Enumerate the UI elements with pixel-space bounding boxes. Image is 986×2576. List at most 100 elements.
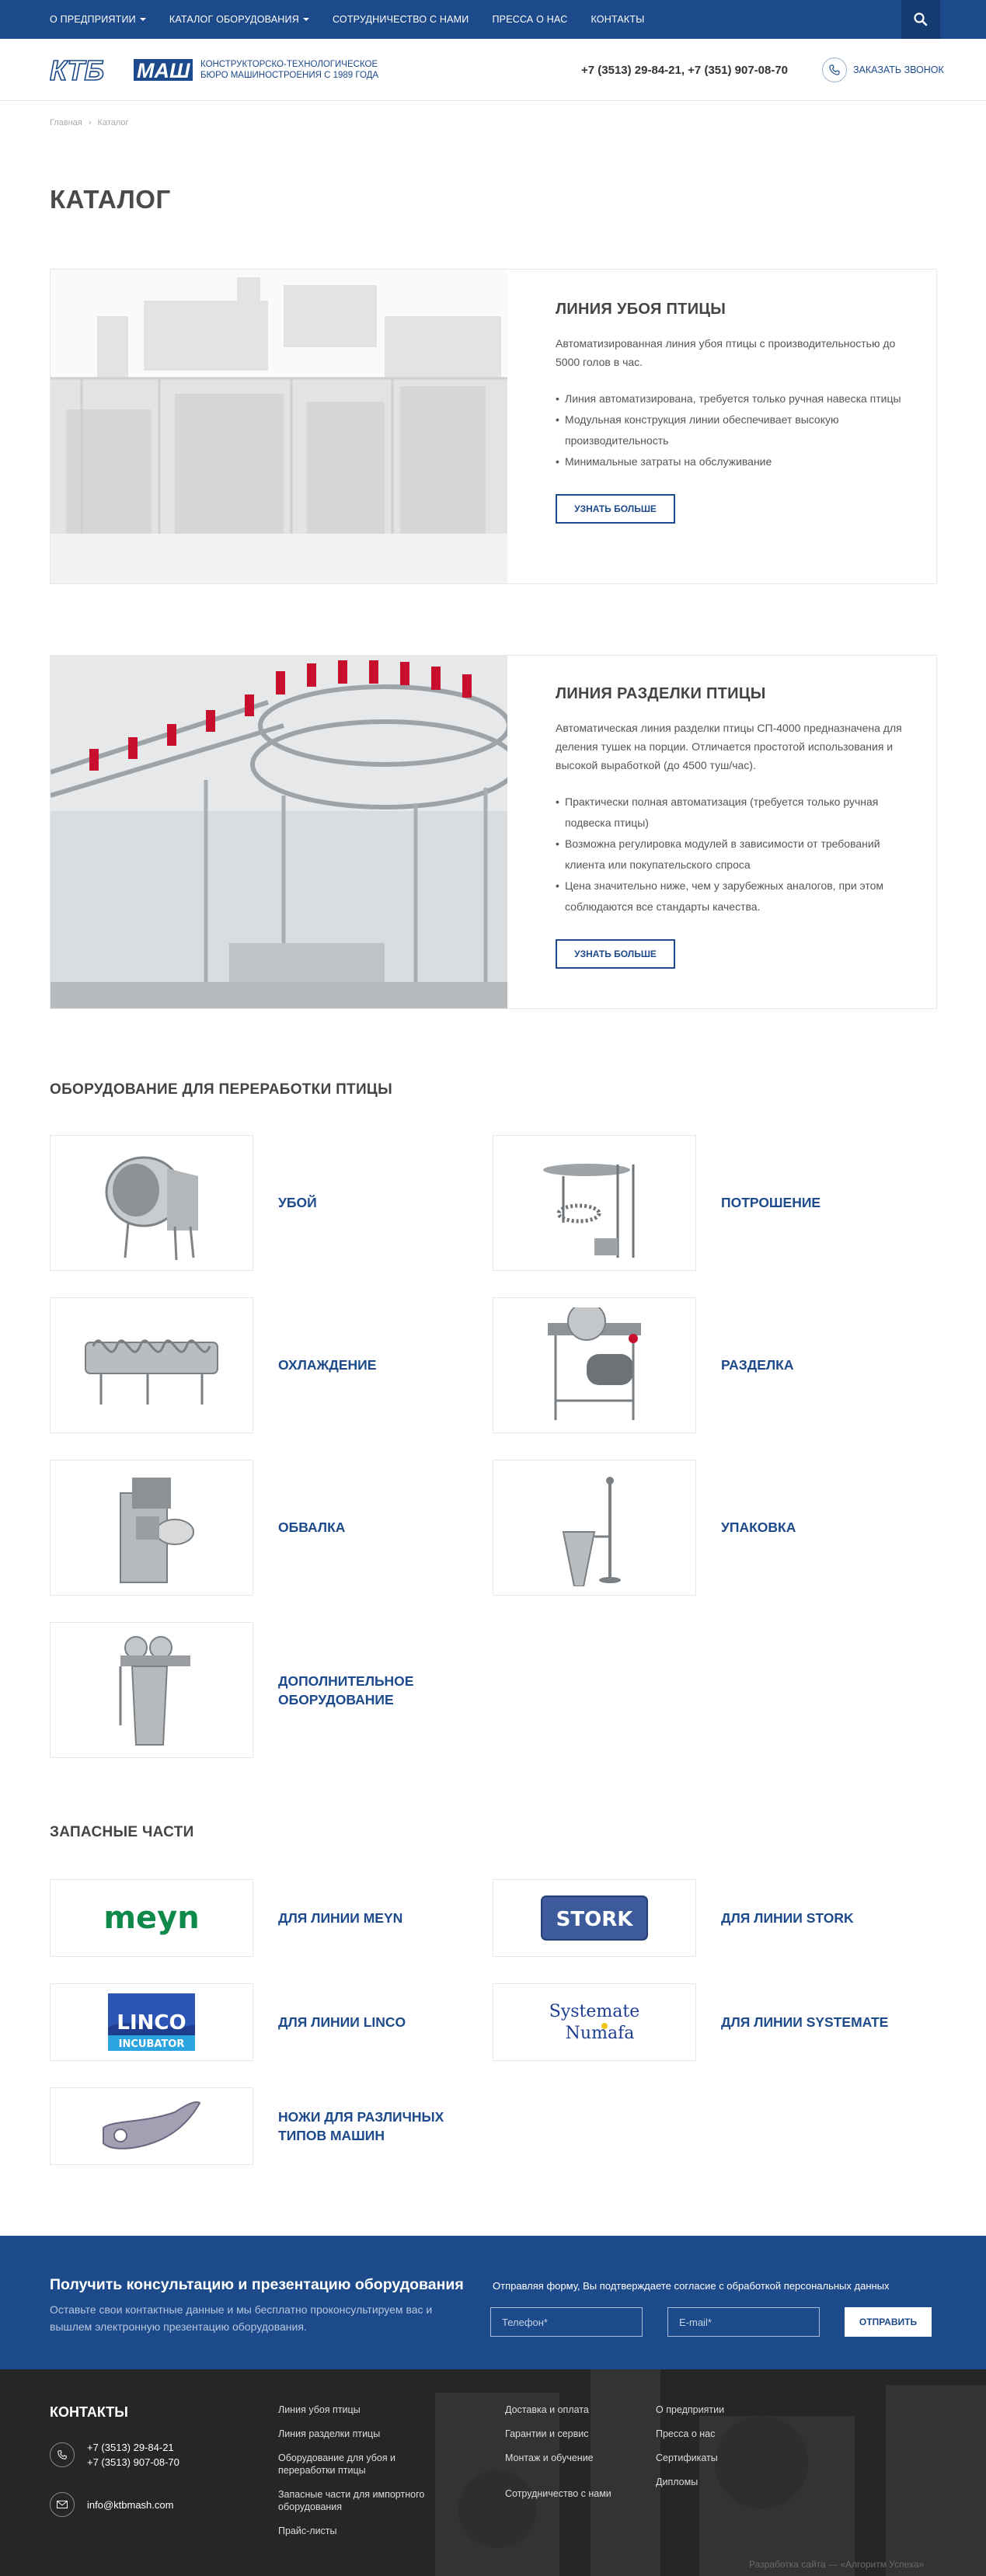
footer-link[interactable]: О предприятии [656,2404,811,2416]
privacy-consent-text: Отправляя форму, Вы подтверждаете соглас… [493,2280,890,2292]
equipment-label[interactable]: УБОЙ [278,1193,317,1212]
equipment-label[interactable]: ДОПОЛНИТЕЛЬНОЕ ОБОРУДОВАНИЕ [278,1672,449,1709]
equipment-label[interactable]: ОХЛАЖДЕНИЕ [278,1356,376,1374]
svg-text:Systemate: Systemate [549,2002,640,2021]
line-features: Линия автоматизирована, требуется только… [556,388,913,472]
footer-link[interactable]: Запасные части для импортного оборудован… [278,2488,434,2513]
equipment-tile-cutting[interactable] [493,1297,696,1433]
systemate-logo-icon: Systemate Numafa [549,2002,640,2043]
equipment-section-title: ОБОРУДОВАНИЕ ДЛЯ ПЕРЕРАБОТКИ ПТИЦЫ [50,1081,393,1098]
menu-contacts[interactable]: КОНТАКТЫ [591,14,644,25]
equipment-tile-packing[interactable] [493,1460,696,1596]
logo-line-2: БЮРО МАШИНОСТРОЕНИЯ С 1989 ГОДА [200,71,379,80]
spare-parts-section-title: ЗАПАСНЫЕ ЧАСТИ [50,1824,194,1840]
footer-link[interactable]: Пресса о нас [656,2428,811,2440]
line-title: ЛИНИЯ РАЗДЕЛКИ ПТИЦЫ [556,685,766,702]
menu-press[interactable]: ПРЕССА О НАС [492,14,567,25]
breadcrumb-separator: › [88,118,92,127]
footer-link[interactable]: Линия убоя птицы [278,2404,434,2416]
cooling-machine-icon [85,1338,218,1405]
spare-tile-systemate[interactable]: Systemate Numafa [493,1983,696,2061]
svg-text:LINCO: LINCO [117,2011,186,2035]
footer-link[interactable]: Монтаж и обучение [505,2452,660,2464]
spare-tile-linco[interactable]: LINCO INCUBATOR [50,1983,253,2061]
stork-logo-icon: STORK [541,1895,648,1941]
additional-equipment-icon [119,1635,190,1746]
menu-catalog[interactable]: КАТАЛОГ ОБОРУДОВАНИЯ [169,14,309,25]
footer-phone-2[interactable]: +7 (3513) 907-08-70 [87,2455,179,2470]
developer-credit[interactable]: Разработка сайта — «Алгоритм Успеха» [749,2559,924,2570]
footer-phones: +7 (3513) 29-84-21 +7 (3513) 907-08-70 [50,2440,179,2470]
spare-tile-meyn[interactable]: meyn [50,1879,253,1957]
footer-phone-1[interactable]: +7 (3513) 29-84-21 [87,2440,179,2455]
footer-link[interactable]: Гарантии и сервис [505,2428,660,2440]
footer-link[interactable]: Сотрудничество с нами [505,2487,660,2500]
footer-email[interactable]: info@ktbmash.com [87,2498,173,2512]
menu-label: КОНТАКТЫ [591,14,645,25]
header-phones[interactable]: +7 (3513) 29-84-21, +7 (351) 907-08-70 [581,64,788,77]
spare-tile-stork[interactable]: STORK [493,1879,696,1957]
equipment-label[interactable]: ОБВАЛКА [278,1518,345,1537]
spare-label[interactable]: НОЖИ ДЛЯ РАЗЛИЧНЫХ ТИПОВ МАШИН [278,2108,465,2145]
breadcrumb-current: Каталог [97,118,129,127]
menu-cooperation[interactable]: СОТРУДНИЧЕСТВО С НАМИ [333,14,469,25]
phone-input[interactable] [490,2307,643,2337]
slaughter-machine-icon [105,1156,198,1260]
callback-button[interactable]: ЗАКАЗАТЬ ЗВОНОК [822,57,944,82]
equipment-tile-additional[interactable] [50,1622,253,1758]
footer-column-services: Доставка и оплата Гарантии и сервис Монт… [505,2404,660,2500]
spare-label[interactable]: ДЛЯ ЛИНИИ SYSTEMATE [721,2013,888,2031]
line-description: Автоматизированная линия убоя птицы с пр… [556,337,896,368]
svg-text:Numafa: Numafa [566,2024,635,2043]
footer-contacts-title: КОНТАКТЫ [50,2404,128,2420]
packing-machine-icon [562,1476,621,1586]
learn-more-button[interactable]: УЗНАТЬ БОЛЬШЕ [556,494,675,524]
footer-link[interactable]: Дипломы [656,2476,811,2488]
phone-icon [50,2442,75,2467]
learn-more-button[interactable]: УЗНАТЬ БОЛЬШЕ [556,939,675,969]
menu-label: ПРЕССА О НАС [492,14,568,25]
spare-tile-knives[interactable] [50,2087,253,2165]
footer-background-image [0,2369,986,2576]
footer-link[interactable]: Линия разделки птицы [278,2428,434,2440]
send-button[interactable]: ОТПРАВИТЬ [845,2307,932,2337]
equipment-label[interactable]: УПАКОВКА [721,1518,796,1537]
logo-tagline: КОНСТРУКТОРСКО-ТЕХНОЛОГИЧЕСКОЕ БЮРО МАШИ… [200,59,378,81]
equipment-tile-cooling[interactable] [50,1297,253,1433]
footer-link[interactable]: Сертификаты [656,2452,811,2464]
site-logo[interactable]: КТБ МАШ КОНСТРУКТОРСКО-ТЕХНОЛОГИЧЕСКОЕ Б… [50,54,378,85]
email-input[interactable] [667,2307,820,2337]
breadcrumb: Главная › Каталог [50,118,129,127]
equipment-tile-slaughter[interactable] [50,1135,253,1271]
footer-link[interactable]: Оборудование для убоя и переработки птиц… [278,2452,434,2477]
site-footer: КОНТАКТЫ +7 (3513) 29-84-21 +7 (3513) 90… [0,2369,986,2576]
cta-title: Получить консультацию и презентацию обор… [50,2276,464,2293]
spare-label[interactable]: ДЛЯ ЛИНИИ STORK [721,1909,854,1927]
cutting-line-image [51,656,507,1008]
line-card-body: ЛИНИЯ УБОЯ ПТИЦЫ Автоматизированная лини… [556,301,913,524]
equipment-label[interactable]: ПОТРОШЕНИЕ [721,1193,821,1212]
top-navbar: О ПРЕДПРИЯТИИ КАТАЛОГ ОБОРУДОВАНИЯ СОТРУ… [0,0,986,39]
knife-blade-icon [103,2101,201,2150]
search-icon [914,12,928,26]
menu-about[interactable]: О ПРЕДПРИЯТИИ [50,14,146,25]
consultation-form-section: Получить консультацию и презентацию обор… [0,2236,986,2369]
footer-link[interactable]: Прайс-листы [278,2525,434,2537]
spare-label[interactable]: ДЛЯ ЛИНИИ LINCO [278,2013,406,2031]
main-menu: О ПРЕДПРИЯТИИ КАТАЛОГ ОБОРУДОВАНИЯ СОТРУ… [50,0,645,39]
footer-email-row: info@ktbmash.com [50,2492,173,2517]
search-button[interactable] [901,0,940,39]
footer-link[interactable]: Доставка и оплата [505,2404,660,2416]
svg-text:INCUBATOR: INCUBATOR [119,2038,185,2050]
equipment-label[interactable]: РАЗДЕЛКА [721,1356,793,1374]
logo-letters-ktb: КТБ [50,54,104,85]
site-header: КТБ МАШ КОНСТРУКТОРСКО-ТЕХНОЛОГИЧЕСКОЕ Б… [0,39,986,101]
callback-label: ЗАКАЗАТЬ ЗВОНОК [853,64,944,75]
equipment-tile-evisceration[interactable] [493,1135,696,1271]
deboning-machine-icon [120,1477,194,1583]
line-title: ЛИНИЯ УБОЯ ПТИЦЫ [556,301,726,318]
breadcrumb-home[interactable]: Главная [50,118,82,127]
equipment-tile-deboning[interactable] [50,1460,253,1596]
menu-label: КАТАЛОГ ОБОРУДОВАНИЯ [169,14,299,25]
spare-label[interactable]: ДЛЯ ЛИНИИ MEYN [278,1909,402,1927]
